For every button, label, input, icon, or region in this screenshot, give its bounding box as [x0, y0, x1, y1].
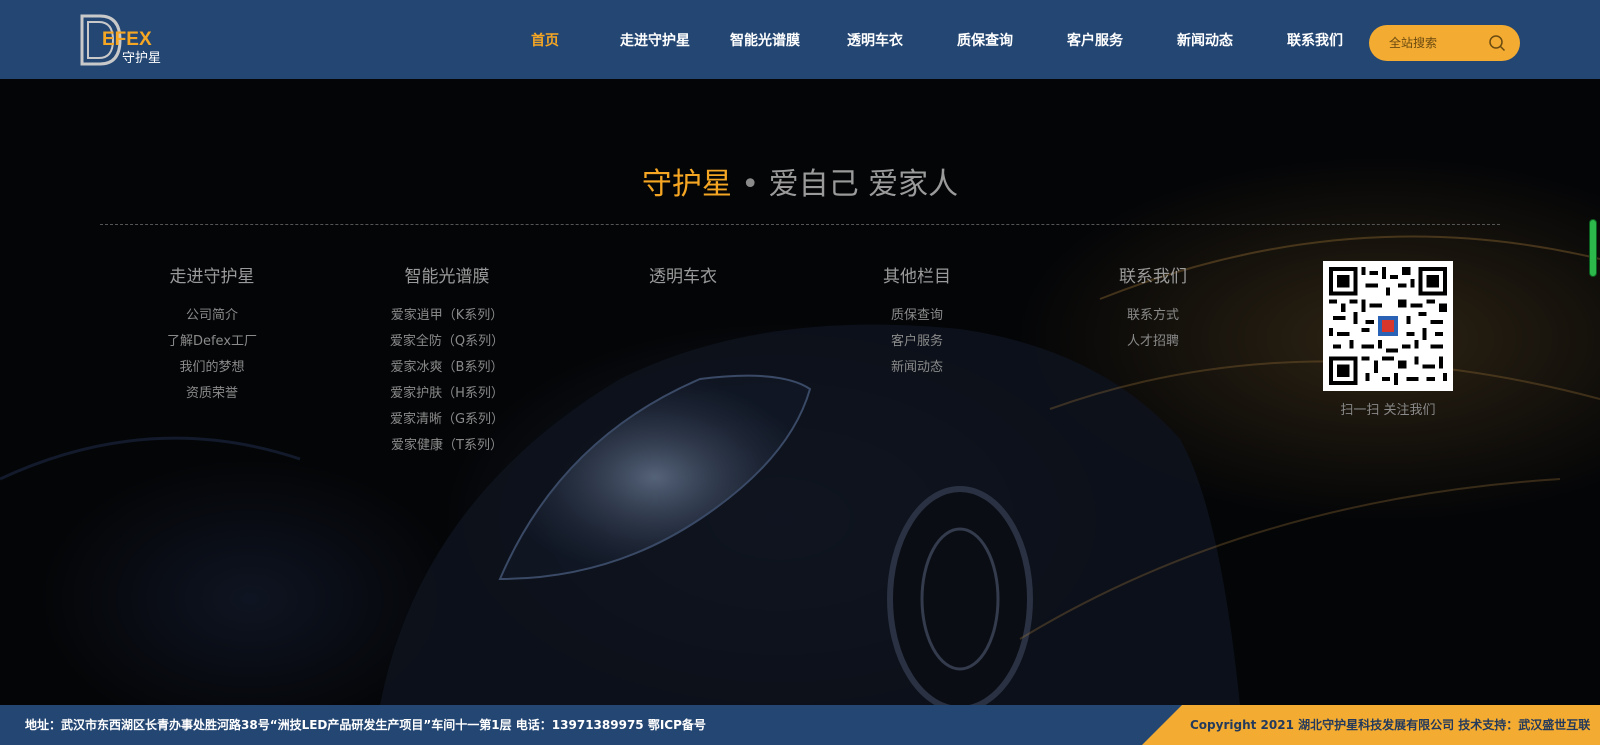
link-company-profile[interactable]: 公司简介: [112, 303, 312, 329]
nav-home[interactable]: 首页: [490, 30, 600, 50]
link-h-series[interactable]: 爱家护肤（H系列）: [347, 381, 547, 407]
site-footer: 地址：武汉市东西湖区长青办事处胜河路38号“洲技LED产品研发生产项目”车间十一…: [0, 705, 1600, 745]
slogan-dot: •: [741, 167, 760, 202]
link-service[interactable]: 客户服务: [817, 329, 1017, 355]
nav-service[interactable]: 客户服务: [1040, 30, 1150, 50]
nav-contact[interactable]: 联系我们: [1260, 30, 1370, 50]
link-b-series[interactable]: 爱家冰爽（B系列）: [347, 355, 547, 381]
site-header: EFEX 守护星 首页 走进守护星 智能光谱膜 透明车衣 质保查询 客户服务 新…: [0, 0, 1600, 79]
nav-warranty[interactable]: 质保查询: [930, 30, 1040, 50]
main-nav: 首页 走进守护星 智能光谱膜 透明车衣 质保查询 客户服务 新闻动态 联系我们: [490, 0, 1370, 79]
nav-spectrum-film[interactable]: 智能光谱膜: [710, 30, 820, 50]
footer-copyright-panel: Copyright 2021 湖北守护星科技发展有限公司 技术支持：武汉盛世互联: [1142, 705, 1600, 745]
slogan: 守护星 • 爱自己 爱家人: [0, 159, 1600, 203]
nav-news[interactable]: 新闻动态: [1150, 30, 1260, 50]
qr-caption: 扫一扫 关注我们: [1340, 403, 1436, 418]
sitemap-column-spectrum: 智能光谱膜 爱家逍甲（K系列） 爱家全防（Q系列） 爱家冰爽（B系列） 爱家护肤…: [347, 262, 547, 459]
column-title[interactable]: 透明车衣: [583, 262, 783, 287]
sitemap-column-about: 走进守护星 公司简介 了解Defex工厂 我们的梦想 资质荣誉: [112, 262, 312, 407]
column-title[interactable]: 其他栏目: [817, 262, 1017, 287]
link-news[interactable]: 新闻动态: [817, 355, 1017, 381]
search-icon[interactable]: [1488, 34, 1506, 52]
search-box: [1369, 25, 1520, 61]
link-t-series[interactable]: 爱家健康（T系列）: [347, 433, 547, 459]
footer-address: 地址：武汉市东西湖区长青办事处胜河路38号“洲技LED产品研发生产项目”车间十一…: [25, 718, 706, 732]
slogan-brand: 守护星: [641, 167, 732, 202]
link-honors[interactable]: 资质荣誉: [112, 381, 312, 407]
link-careers[interactable]: 人才招聘: [1053, 329, 1253, 355]
footer-copyright: Copyright 2021 湖北守护星科技发展有限公司 技术支持：武汉盛世互联: [1190, 718, 1591, 732]
sitemap-column-clear-bra: 透明车衣: [583, 262, 783, 303]
scroll-indicator[interactable]: [1589, 219, 1597, 277]
link-contact-info[interactable]: 联系方式: [1053, 303, 1253, 329]
link-k-series[interactable]: 爱家逍甲（K系列）: [347, 303, 547, 329]
nav-clear-bra[interactable]: 透明车衣: [820, 30, 930, 50]
dashed-divider: [100, 224, 1500, 225]
sitemap-column-contact: 联系我们 联系方式 人才招聘: [1053, 262, 1253, 355]
column-title[interactable]: 走进守护星: [112, 262, 312, 287]
svg-text:守护星: 守护星: [122, 51, 161, 66]
footer-sitemap-section: 守护星 • 爱自己 爱家人 走进守护星 公司简介 了解Defex工厂 我们的梦想…: [0, 79, 1600, 705]
svg-text:EFEX: EFEX: [102, 29, 152, 50]
sitemap-column-other: 其他栏目 质保查询 客户服务 新闻动态: [817, 262, 1017, 381]
qr-code-image: [1329, 267, 1447, 385]
column-title[interactable]: 联系我们: [1053, 262, 1253, 287]
link-dream[interactable]: 我们的梦想: [112, 355, 312, 381]
column-title[interactable]: 智能光谱膜: [347, 262, 547, 287]
search-input[interactable]: [1389, 36, 1489, 50]
link-warranty[interactable]: 质保查询: [817, 303, 1017, 329]
nav-about[interactable]: 走进守护星: [600, 30, 710, 50]
slogan-text: 爱自己 爱家人: [768, 167, 959, 202]
qr-code: [1323, 261, 1453, 391]
link-factory[interactable]: 了解Defex工厂: [112, 329, 312, 355]
link-g-series[interactable]: 爱家清晰（G系列）: [347, 407, 547, 433]
defex-logo[interactable]: EFEX 守护星: [80, 14, 168, 66]
link-q-series[interactable]: 爱家全防（Q系列）: [347, 329, 547, 355]
